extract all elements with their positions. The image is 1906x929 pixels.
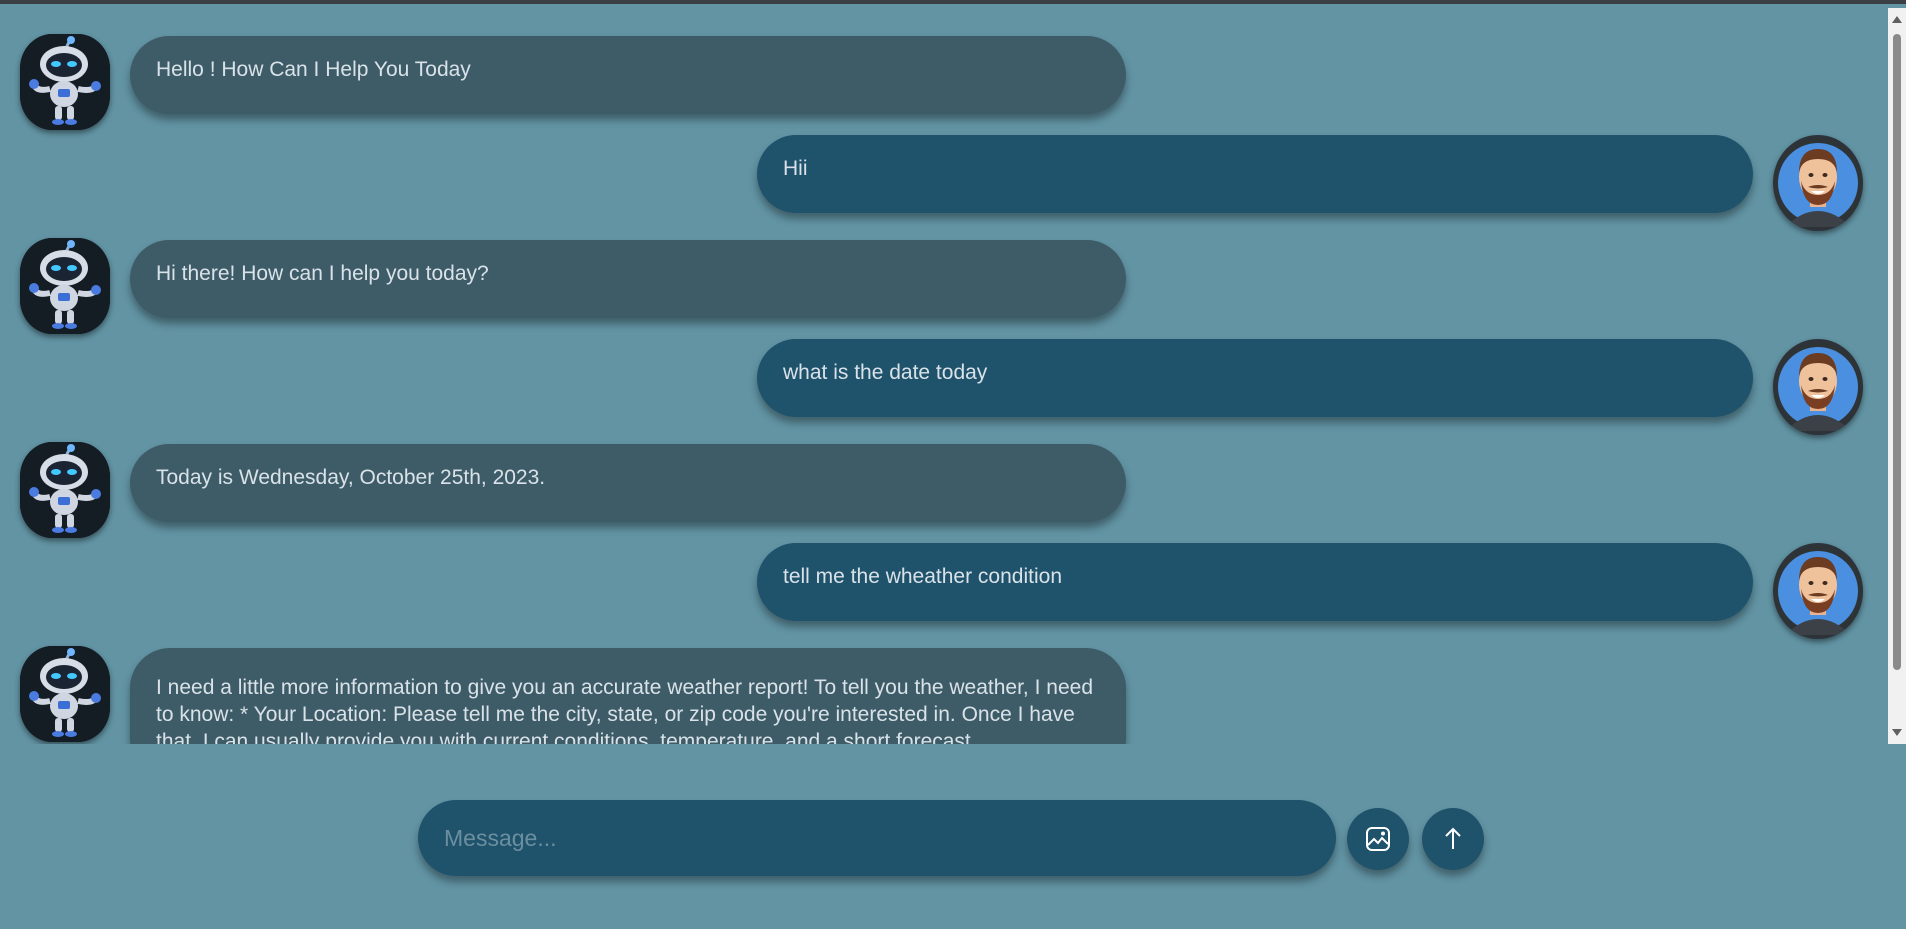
message-row-bot: Hello ! How Can I Help You Today <box>0 32 1888 132</box>
user-message-bubble: tell me the wheather condition <box>757 543 1753 621</box>
user-face-icon <box>1774 547 1862 635</box>
message-input[interactable] <box>442 823 1306 853</box>
bot-message-bubble: Today is Wednesday, October 25th, 2023. <box>130 444 1126 522</box>
scroll-thumb[interactable] <box>1893 34 1901 670</box>
upload-image-button[interactable] <box>1347 808 1409 870</box>
robot-avatar <box>20 646 110 742</box>
message-row-user: Hii <box>0 135 1888 235</box>
message-row-user: what is the date today <box>0 339 1888 439</box>
message-row-bot: I need a little more information to give… <box>0 644 1888 744</box>
bot-message-bubble: I need a little more information to give… <box>130 648 1126 744</box>
message-text: I need a little more information to give… <box>156 676 1093 744</box>
user-avatar <box>1773 543 1863 639</box>
message-text: tell me the wheather condition <box>783 565 1062 588</box>
robot-icon <box>20 442 110 538</box>
message-composer <box>418 800 1336 876</box>
chat-app: Hello ! How Can I Help You Today Hii Hi … <box>0 0 1906 929</box>
robot-avatar <box>20 442 110 538</box>
chat-scrollbar[interactable] <box>1888 8 1906 744</box>
robot-avatar <box>20 238 110 334</box>
user-avatar <box>1773 339 1863 435</box>
message-row-bot: Hi there! How can I help you today? <box>0 236 1888 336</box>
bot-message-bubble: Hello ! How Can I Help You Today <box>130 36 1126 114</box>
user-face-icon <box>1774 343 1862 431</box>
arrow-up-icon <box>1445 827 1461 849</box>
message-row-bot: Today is Wednesday, October 25th, 2023. <box>0 440 1888 540</box>
message-text: Hello ! How Can I Help You Today <box>156 58 471 81</box>
chat-messages[interactable]: Hello ! How Can I Help You Today Hii Hi … <box>0 8 1888 744</box>
message-text: Hi there! How can I help you today? <box>156 262 489 285</box>
user-message-bubble: what is the date today <box>757 339 1753 417</box>
robot-icon <box>20 646 110 742</box>
message-row-user: tell me the wheather condition <box>0 543 1888 643</box>
user-message-bubble: Hii <box>757 135 1753 213</box>
robot-icon <box>20 34 110 130</box>
bot-message-bubble: Hi there! How can I help you today? <box>130 240 1126 318</box>
robot-icon <box>20 238 110 334</box>
scroll-down-arrow-icon[interactable] <box>1892 729 1902 736</box>
message-text: Hii <box>783 157 808 180</box>
image-icon <box>1366 827 1390 851</box>
user-avatar <box>1773 135 1863 231</box>
message-text: what is the date today <box>783 361 988 384</box>
message-text: Today is Wednesday, October 25th, 2023. <box>156 466 546 489</box>
robot-avatar <box>20 34 110 130</box>
scroll-up-arrow-icon[interactable] <box>1892 16 1902 23</box>
send-button[interactable] <box>1422 808 1484 870</box>
user-face-icon <box>1774 139 1862 227</box>
